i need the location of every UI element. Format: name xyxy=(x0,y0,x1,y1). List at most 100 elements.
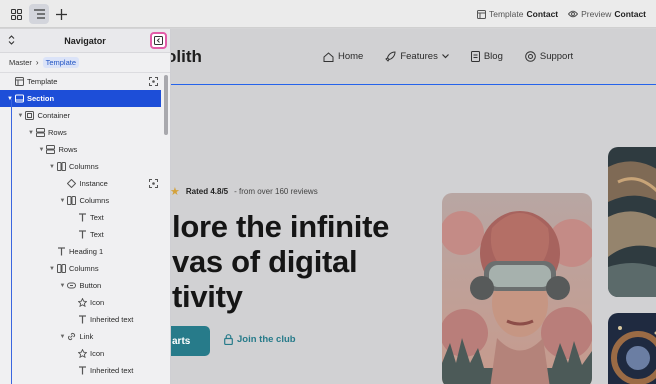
join-label: Join the club xyxy=(237,334,296,345)
gallery-artwork-1 xyxy=(608,147,656,297)
preview-label: Preview xyxy=(581,9,612,19)
tree-row-icon[interactable]: Icon xyxy=(0,345,170,362)
tree-row-label: Section xyxy=(27,94,55,103)
tree-row-rows[interactable]: ▼ Rows xyxy=(0,124,170,141)
preview-value: Contact xyxy=(614,9,646,19)
document-icon xyxy=(470,51,480,62)
tree-row-text[interactable]: Text xyxy=(0,226,170,243)
focus-icon[interactable] xyxy=(149,77,158,88)
template-selector[interactable]: Template Contact xyxy=(476,9,559,19)
section-icon xyxy=(14,94,24,104)
star-icon xyxy=(77,298,87,308)
collapse-icon xyxy=(154,36,163,45)
nav-support[interactable]: Support xyxy=(525,51,573,62)
navigator-title: Navigator xyxy=(64,35,106,46)
home-icon xyxy=(323,51,334,62)
expand-arrow-icon[interactable]: ▼ xyxy=(27,130,35,136)
add-icon[interactable] xyxy=(51,4,71,24)
nav-blog-label: Blog xyxy=(483,51,503,62)
tree-row-label: Template xyxy=(27,77,58,86)
tree-row-section[interactable]: ▼ Section xyxy=(0,90,161,107)
tree-row-label: Columns xyxy=(79,196,110,205)
text-icon xyxy=(77,366,87,376)
tree-row-label: Container xyxy=(37,111,71,120)
breadcrumb-master[interactable]: Master xyxy=(9,58,32,67)
text-icon xyxy=(77,230,87,240)
rows-icon xyxy=(35,128,45,138)
tree-row-inherited-text[interactable]: Inherited text xyxy=(0,362,170,379)
nav-features[interactable]: Features xyxy=(385,51,449,62)
tree-row-label: Button xyxy=(79,281,102,290)
hero-artwork xyxy=(442,193,592,384)
tree-row-rows[interactable]: ▼ Rows xyxy=(0,141,170,158)
expand-arrow-icon[interactable]: ▼ xyxy=(59,198,67,204)
focus-icon[interactable] xyxy=(149,179,158,190)
rating-row: ★ Rated 4.8/5 - from over 160 reviews xyxy=(170,185,318,198)
collapse-panel-button[interactable] xyxy=(150,32,167,49)
link-icon xyxy=(67,332,77,342)
sort-icon[interactable] xyxy=(8,35,15,47)
tree-row-label: Heading 1 xyxy=(69,247,104,256)
layer-tree: Template ▼ Section ▼ Container ▼ Rows ▼ Rows ▼ Col… xyxy=(0,73,170,379)
navigator-header: Navigator xyxy=(0,29,170,53)
tree-row-label: Inherited text xyxy=(90,315,134,324)
tree-row-label: Text xyxy=(90,230,104,239)
expand-arrow-icon[interactable]: ▼ xyxy=(59,334,67,340)
rocket-icon xyxy=(385,51,396,62)
tree-row-text[interactable]: Text xyxy=(0,209,170,226)
cta-label: arts xyxy=(172,335,191,347)
container-icon xyxy=(25,111,35,121)
nav-support-label: Support xyxy=(539,51,574,62)
columns-icon xyxy=(56,264,66,274)
template-value: Contact xyxy=(526,9,559,19)
tree-row-template[interactable]: Template xyxy=(0,73,170,90)
button-icon xyxy=(67,281,77,291)
tree-row-label: Icon xyxy=(90,298,105,307)
tree-row-container[interactable]: ▼ Container xyxy=(0,107,170,124)
tree-row-columns[interactable]: ▼ Columns xyxy=(0,260,170,277)
tree-row-label: Columns xyxy=(69,162,99,171)
explore-arts-button[interactable]: arts xyxy=(166,326,210,356)
text-icon xyxy=(77,213,87,223)
eye-icon xyxy=(568,10,579,18)
join-club-link[interactable]: Join the club xyxy=(224,334,296,345)
expand-arrow-icon[interactable]: ▼ xyxy=(48,164,56,170)
site-brand[interactable]: olith xyxy=(166,47,202,67)
breadcrumb-template[interactable]: Template xyxy=(42,57,80,68)
nav-features-label: Features xyxy=(400,51,438,62)
rating-score: Rated 4.8/5 xyxy=(185,187,229,196)
tree-row-link[interactable]: ▼ Link xyxy=(0,328,170,345)
nav-home-label: Home xyxy=(338,51,364,62)
text-icon xyxy=(77,315,87,325)
tree-row-columns[interactable]: ▼ Columns xyxy=(0,192,170,209)
tree-row-label: Columns xyxy=(69,264,99,273)
tree-row-button[interactable]: ▼ Button xyxy=(0,277,170,294)
navigator-toggle-icon[interactable] xyxy=(29,4,49,24)
star-icon xyxy=(77,349,87,359)
nav-home[interactable]: Home xyxy=(323,51,363,62)
tree-row-columns[interactable]: ▼ Columns xyxy=(0,158,170,175)
breadcrumb: Master › Template xyxy=(0,53,170,73)
expand-arrow-icon[interactable]: ▼ xyxy=(48,266,56,272)
hero-line-1: lore the infinite xyxy=(172,209,390,244)
rows-icon xyxy=(46,145,56,155)
chevron-right-icon: › xyxy=(35,58,39,67)
tree-row-inherited-text[interactable]: Inherited text xyxy=(0,311,170,328)
tree-row-label: Text xyxy=(90,213,104,222)
tree-row-label: Instance xyxy=(79,179,108,188)
expand-arrow-icon[interactable]: ▼ xyxy=(17,113,25,119)
tree-row-heading-1[interactable]: Heading 1 xyxy=(0,243,170,260)
expand-arrow-icon[interactable]: ▼ xyxy=(38,147,46,153)
tree-row-instance[interactable]: Instance xyxy=(0,175,170,192)
selection-guide-line xyxy=(11,99,12,384)
tree-row-icon[interactable]: Icon xyxy=(0,294,170,311)
scrollbar[interactable] xyxy=(164,75,168,135)
lifebuoy-icon xyxy=(525,51,536,62)
grid-apps-icon[interactable] xyxy=(6,4,26,24)
nav-blog[interactable]: Blog xyxy=(470,51,503,62)
expand-arrow-icon[interactable]: ▼ xyxy=(59,283,67,289)
expand-arrow-icon[interactable]: ▼ xyxy=(6,96,14,102)
preview-selector[interactable]: Preview Contact xyxy=(568,9,646,19)
instance-icon xyxy=(67,179,77,189)
star-icon: ★ xyxy=(170,186,180,198)
